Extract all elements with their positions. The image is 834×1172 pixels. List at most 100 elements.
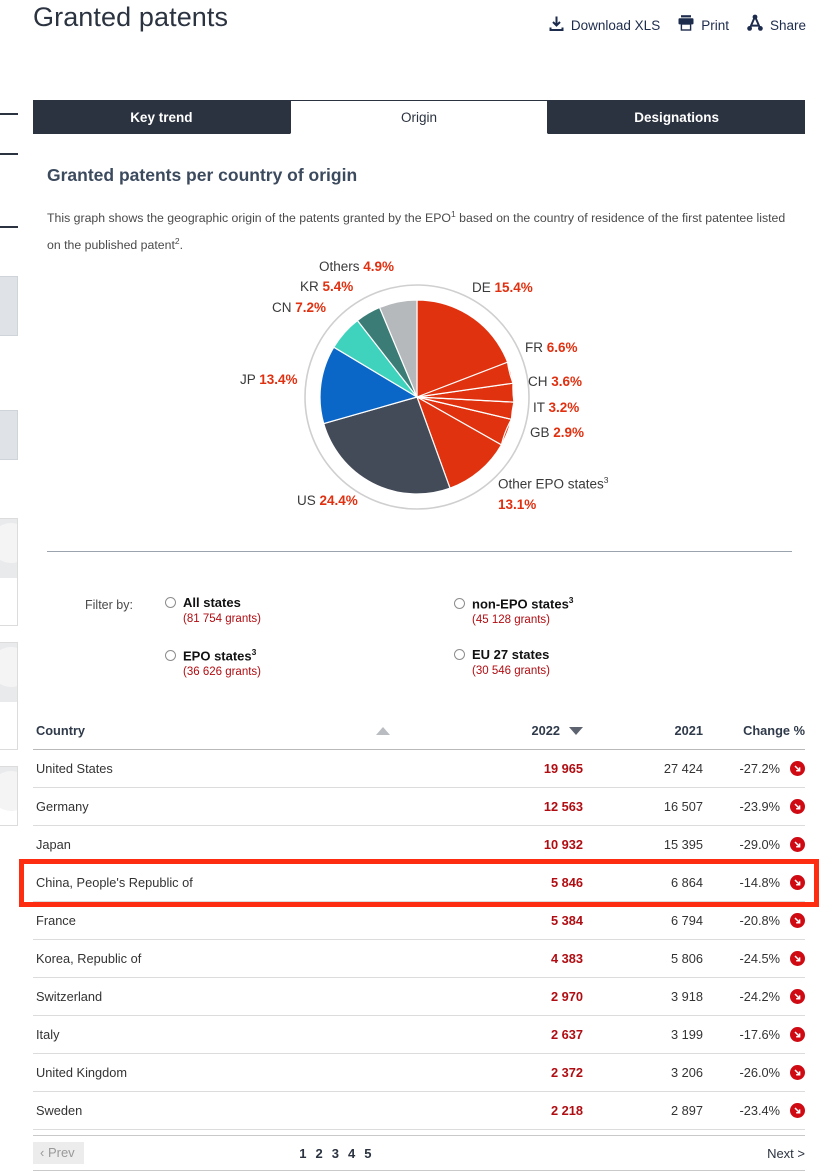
pie-label-OTHER_EPO: Other EPO states3 13.1% (498, 470, 618, 515)
pie-label-JP-value: 13.4% (259, 372, 298, 387)
cell-2022: 10 932 (543, 837, 583, 852)
cell-country: United States (36, 761, 113, 776)
prev-page-button[interactable]: ‹ Prev (33, 1142, 84, 1164)
download-xls-button[interactable]: Download XLS (548, 15, 660, 37)
section-description: This graph shows the geographic origin o… (47, 203, 792, 257)
pie-label-OTHERS: Others 4.9% (319, 259, 394, 274)
country-sort-indicator[interactable] (333, 726, 433, 735)
cell-2022: 12 563 (543, 799, 583, 814)
next-page-button[interactable]: Next > (767, 1146, 805, 1161)
page-number[interactable]: 5 (364, 1146, 371, 1161)
radio-non-epo-states[interactable] (454, 597, 465, 609)
filter-epo-states-text: EPO states (183, 648, 252, 664)
pie-label-FR-value: 6.6% (546, 340, 578, 355)
tab-origin[interactable]: Origin (289, 100, 549, 134)
table-row[interactable]: Japan 10 932 15 395 -29.0% (33, 826, 805, 864)
column-header-change[interactable]: Change % (703, 723, 805, 738)
table-row[interactable]: Italy 2 637 3 199 -17.6% (33, 1016, 805, 1054)
filter-option-non-epo-states[interactable]: non-EPO states3 (45 128 grants) (454, 595, 574, 626)
filter-epo-states-grants: (36 626 grants) (183, 666, 261, 679)
pie-label-CN-name: CN (272, 300, 292, 315)
tab-key-trend-label: Key trend (130, 109, 193, 125)
cell-country: China, People's Republic of (36, 875, 193, 890)
table-row[interactable]: United States 19 965 27 424 -27.2% (33, 750, 805, 788)
tab-designations-label: Designations (634, 109, 720, 125)
filter-option-all-states[interactable]: All states (81 754 grants) (165, 595, 261, 625)
section-title: Granted patents per country of origin (47, 165, 358, 185)
pie-label-FR-name: FR (525, 340, 543, 355)
cell-2022: 2 372 (550, 1065, 583, 1080)
page-number[interactable]: 4 (348, 1146, 355, 1161)
cell-change-value: -26.0% (739, 1065, 780, 1080)
section-divider (47, 551, 792, 552)
share-button[interactable]: Share (746, 14, 806, 37)
filter-option-eu-27-states[interactable]: EU 27 states (30 546 grants) (454, 647, 550, 677)
trend-down-icon (790, 1065, 805, 1080)
page-number[interactable]: 1 (299, 1146, 306, 1161)
page-number-list: 12345 (84, 1146, 587, 1161)
column-header-country[interactable]: Country (33, 723, 333, 738)
cell-change: -23.4% (703, 1103, 805, 1118)
table-row[interactable]: Switzerland 2 970 3 918 -24.2% (33, 978, 805, 1016)
page-number[interactable]: 3 (332, 1146, 339, 1161)
pie-label-DE-name: DE (472, 280, 491, 295)
countries-table: Country 2022 2021 Change % United States… (19, 712, 819, 1130)
pie-label-KR-name: KR (300, 279, 319, 294)
filter-eu-27-states-label: EU 27 states (472, 647, 550, 662)
print-label: Print (701, 18, 729, 33)
download-icon (548, 15, 565, 37)
filter-non-epo-states-grants: (45 128 grants) (472, 614, 550, 627)
table-row[interactable]: France 5 384 6 794 -20.8% (33, 902, 805, 940)
pie-label-IT: IT 3.2% (533, 400, 579, 415)
trend-down-icon (790, 989, 805, 1004)
pie-label-OTHER_EPO-value: 13.1% (498, 496, 537, 512)
cell-2022: 4 383 (550, 951, 583, 966)
trend-down-icon (790, 761, 805, 776)
pie-label-JP-name: JP (240, 372, 256, 387)
radio-eu-27-states[interactable] (454, 649, 465, 660)
cell-change: -27.2% (703, 761, 805, 776)
cell-change-value: -20.8% (739, 913, 780, 928)
column-header-2022[interactable]: 2022 (433, 723, 583, 738)
cell-2021: 2 897 (670, 1103, 703, 1118)
tab-key-trend[interactable]: Key trend (33, 100, 290, 134)
table-header-row: Country 2022 2021 Change % (33, 712, 805, 750)
table-row[interactable]: China, People's Republic of 5 846 6 864 -14… (19, 859, 819, 907)
cell-change-value: -17.6% (739, 1027, 780, 1042)
filter-option-epo-states[interactable]: EPO states3 (36 626 grants) (165, 647, 261, 678)
edge-photo-card-1 (0, 518, 18, 626)
cell-change: -20.8% (703, 913, 805, 928)
cell-country: United Kingdom (36, 1065, 128, 1080)
table-row[interactable]: Germany 12 563 16 507 -23.9% (33, 788, 805, 826)
trend-down-icon (790, 875, 805, 890)
cell-2021: 6 864 (670, 875, 703, 890)
radio-all-states[interactable] (165, 597, 176, 608)
cell-country: Korea, Republic of (36, 951, 142, 966)
cell-2022: 2 637 (550, 1027, 583, 1042)
table-row[interactable]: United Kingdom 2 372 3 206 -26.0% (33, 1054, 805, 1092)
edge-photo-thumb (0, 767, 17, 812)
pie-label-US-name: US (297, 493, 316, 508)
column-header-2021[interactable]: 2021 (583, 723, 703, 738)
cell-change-value: -27.2% (739, 761, 780, 776)
table-row[interactable]: Korea, Republic of 4 383 5 806 -24.5% (33, 940, 805, 978)
table-body: United States 19 965 27 424 -27.2% Germany 12… (19, 750, 819, 1130)
share-label: Share (769, 18, 806, 33)
tab-designations[interactable]: Designations (548, 100, 806, 134)
edge-photo-card-3 (0, 766, 18, 826)
pie-label-CH: CH 3.6% (528, 374, 582, 389)
cell-2021: 15 395 (663, 837, 703, 852)
table-row[interactable]: Sweden 2 218 2 897 -23.4% (33, 1092, 805, 1130)
cell-2022: 2 970 (550, 989, 583, 1004)
pie-label-IT-name: IT (533, 400, 545, 415)
cell-2021: 5 806 (670, 951, 703, 966)
cell-country: Japan (36, 837, 71, 852)
desc-part-1: This graph shows the geographic origin o… (47, 211, 451, 226)
pie-label-GB-value: 2.9% (553, 425, 585, 440)
radio-epo-states[interactable] (165, 649, 176, 661)
filter-non-epo-states-sup: 3 (568, 595, 574, 605)
cell-change: -24.5% (703, 951, 805, 966)
print-button[interactable]: Print (677, 14, 729, 37)
page-number[interactable]: 2 (316, 1146, 323, 1161)
cell-change: -14.8% (703, 875, 805, 890)
